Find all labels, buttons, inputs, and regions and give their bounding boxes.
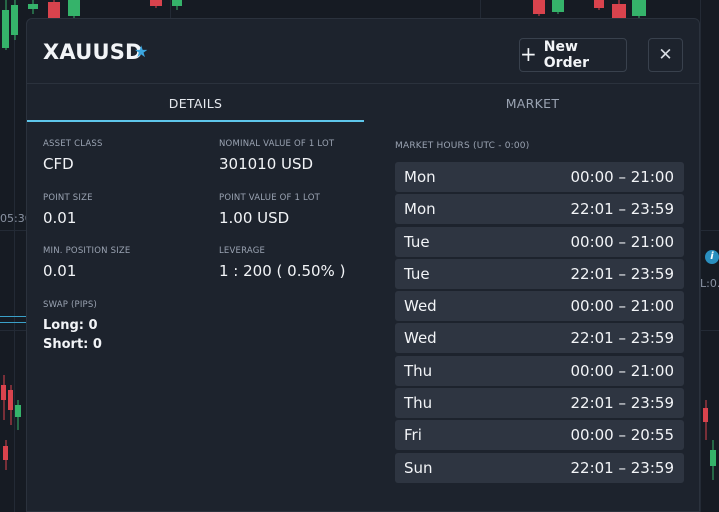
candle	[150, 0, 162, 8]
nominal-value-field: NOMINAL VALUE OF 1 LOT 301010 USD	[219, 139, 334, 173]
hours-range: 00:00 – 21:00	[570, 232, 675, 251]
hours-row: Wed 00:00 – 21:00	[395, 291, 684, 322]
hours-day: Thu	[404, 361, 433, 380]
star-icon[interactable]: ★	[134, 42, 148, 61]
candle	[594, 0, 604, 10]
hours-day: Wed	[404, 329, 437, 348]
field-value: 1.00 USD	[219, 209, 290, 227]
hours-range: 00:00 – 21:00	[570, 168, 675, 186]
swap-field: SWAP (PIPS) Long: 0 Short: 0	[43, 300, 102, 354]
hours-range: 22:01 – 23:59	[570, 394, 675, 413]
grid-line	[14, 0, 15, 512]
active-tab-indicator	[27, 120, 364, 122]
candle	[533, 0, 545, 16]
candle	[710, 440, 716, 480]
new-order-button[interactable]: + New Order	[519, 38, 627, 72]
field-label: NOMINAL VALUE OF 1 LOT	[219, 139, 335, 149]
info-icon[interactable]: i	[705, 250, 719, 264]
new-order-label: New Order	[543, 39, 589, 71]
field-label: LEVERAGE	[219, 246, 266, 256]
point-size-field: POINT SIZE 0.01	[43, 193, 93, 227]
hours-day: Wed	[404, 297, 437, 316]
hours-row: Fri 00:00 – 20:55	[395, 420, 684, 451]
hours-row: Tue 22:01 – 23:59	[395, 258, 684, 289]
instrument-title: XAUUSD	[43, 40, 143, 64]
market-hours-list: Mon 00:00 – 21:00 Mon 22:01 – 23:59 Tue 00:…	[395, 162, 684, 485]
field-value: 301010 USD	[219, 155, 314, 173]
field-label: SWAP (PIPS)	[43, 300, 97, 310]
hours-range: 00:00 – 20:55	[570, 426, 675, 445]
hours-row: Wed 22:01 – 23:59	[395, 323, 684, 354]
swap-long: Long: 0	[43, 318, 98, 333]
candle	[8, 385, 13, 425]
candle	[28, 0, 38, 14]
hours-day: Tue	[404, 264, 430, 283]
candle	[612, 0, 626, 20]
field-value: 0.01	[43, 209, 77, 227]
hours-range: 22:01 – 23:59	[570, 200, 675, 219]
min-position-field: MIN. POSITION SIZE 0.01	[43, 246, 130, 280]
candle	[172, 0, 182, 10]
hours-range: 22:01 – 23:59	[570, 458, 675, 477]
field-label: MIN. POSITION SIZE	[43, 246, 131, 256]
hours-day: Sun	[404, 458, 433, 477]
price-axis-label: L:0.	[700, 277, 719, 290]
price-line	[0, 316, 26, 317]
candle	[48, 0, 60, 20]
hours-range: 00:00 – 21:00	[570, 297, 675, 316]
hours-day: Fri	[404, 426, 422, 445]
field-label: POINT VALUE OF 1 LOT	[219, 193, 320, 203]
close-button[interactable]: ✕	[648, 38, 683, 72]
field-label: POINT SIZE	[43, 193, 93, 203]
field-label: ASSET CLASS	[43, 139, 103, 149]
tab-details[interactable]: DETAILS	[27, 84, 364, 122]
hours-row: Mon 00:00 – 21:00	[395, 162, 684, 192]
modal-header: XAUUSD ★ + New Order ✕	[27, 19, 699, 83]
field-value: 1 : 200 ( 0.50% )	[219, 262, 346, 280]
hours-day: Mon	[404, 200, 436, 219]
field-value: 0.01	[43, 262, 77, 280]
hours-range: 22:01 – 23:59	[570, 264, 675, 283]
candle	[15, 400, 21, 430]
candle	[2, 0, 9, 50]
leverage-field: LEVERAGE 1 : 200 ( 0.50% )	[219, 246, 345, 280]
hours-day: Mon	[404, 168, 436, 186]
field-value: CFD	[43, 155, 74, 173]
close-icon: ✕	[658, 45, 673, 65]
candle	[3, 440, 8, 470]
market-hours-title: MARKET HOURS (UTC - 0:00)	[395, 141, 530, 151]
hours-row: Mon 22:01 – 23:59	[395, 194, 684, 225]
candle	[552, 0, 564, 14]
candle	[703, 400, 708, 440]
grid-line	[700, 0, 701, 512]
hours-range: 00:00 – 21:00	[570, 361, 675, 380]
candle	[632, 0, 646, 18]
candle	[1, 375, 6, 420]
hours-day: Thu	[404, 394, 433, 413]
plus-icon: +	[520, 42, 537, 66]
tab-market[interactable]: MARKET	[364, 84, 701, 122]
candle	[68, 0, 80, 18]
tab-bar: DETAILS MARKET	[27, 84, 699, 122]
asset-class-field: ASSET CLASS CFD	[43, 139, 103, 173]
point-value-field: POINT VALUE OF 1 LOT 1.00 USD	[219, 193, 320, 227]
price-line	[0, 322, 26, 323]
hours-day: Tue	[404, 232, 430, 251]
swap-short: Short: 0	[43, 337, 102, 352]
hours-row: Sun 22:01 – 23:59	[395, 452, 684, 483]
hours-range: 22:01 – 23:59	[570, 329, 675, 348]
candle	[11, 0, 18, 40]
hours-row: Tue 00:00 – 21:00	[395, 226, 684, 257]
hours-row: Thu 22:01 – 23:59	[395, 388, 684, 419]
hours-row: Thu 00:00 – 21:00	[395, 355, 684, 386]
swap-values: Long: 0 Short: 0	[43, 316, 102, 354]
instrument-details-modal: XAUUSD ★ + New Order ✕ DETAILS MARKET AS…	[26, 18, 700, 512]
